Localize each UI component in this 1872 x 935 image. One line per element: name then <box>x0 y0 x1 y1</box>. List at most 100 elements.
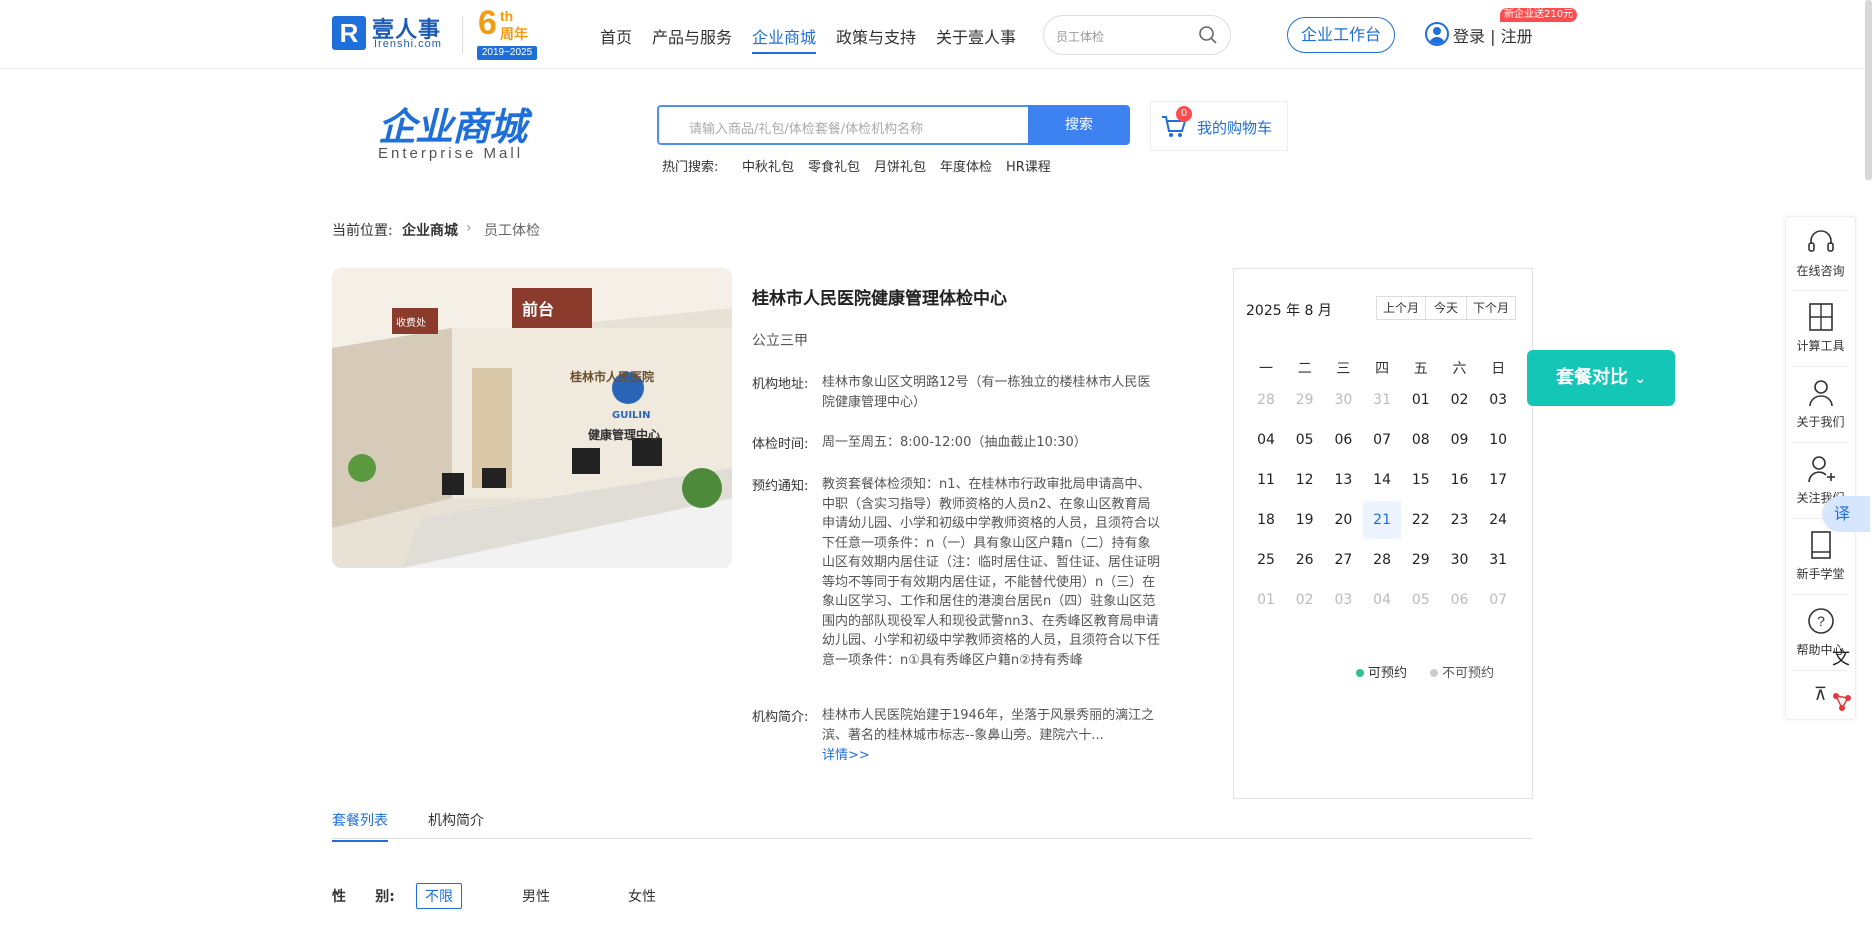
calendar-day[interactable]: 02 <box>1441 381 1479 419</box>
calendar-day: 30 <box>1334 392 1353 408</box>
gender-option-female[interactable]: 女性 <box>628 886 656 906</box>
calendar-day[interactable]: 30 <box>1441 541 1479 579</box>
hot-search-item[interactable]: 零食礼包 <box>808 156 860 175</box>
package-compare-button[interactable]: 套餐对比 ⌄ <box>1527 350 1675 406</box>
login-register-link[interactable]: 登录 | 注册 <box>1453 23 1533 47</box>
book-icon <box>1810 531 1831 559</box>
photo-small-sign: 收费处 <box>396 318 426 329</box>
anniversary-years: 2019~2025 <box>477 46 537 60</box>
page-scrollbar[interactable] <box>1865 0 1872 180</box>
photo-hospital-name: 桂林市人民医院 <box>570 370 655 384</box>
logo-mark[interactable]: R <box>332 16 366 50</box>
gender-option-male[interactable]: 男性 <box>522 886 550 906</box>
calendar-day[interactable]: 16 <box>1441 461 1479 499</box>
nav-mall[interactable]: 企业商城 <box>752 24 817 54</box>
calendar-day[interactable]: 22 <box>1402 501 1440 539</box>
hot-search-item[interactable]: 年度体检 <box>940 156 992 175</box>
calendar-day[interactable]: 27 <box>1324 541 1362 579</box>
calendar-month: 2025 年 8 月 <box>1246 303 1332 319</box>
nav-home[interactable]: 首页 <box>600 24 632 48</box>
weekday-header: 五 <box>1413 361 1428 377</box>
calendar-day[interactable]: 26 <box>1286 541 1324 579</box>
mall-search-button[interactable]: 搜索 <box>1028 105 1130 145</box>
sidebar-online-consult[interactable]: 在线咨询 <box>1785 228 1856 279</box>
mall-title: 企业商城 <box>378 105 527 149</box>
ai-assistant-icon[interactable] <box>1830 690 1854 718</box>
prev-month-button[interactable]: 上个月 <box>1376 296 1426 320</box>
hot-search-item[interactable]: 中秋礼包 <box>742 156 794 175</box>
calendar-day[interactable]: 13 <box>1324 461 1362 499</box>
notice-label: 预约通知: <box>752 479 809 494</box>
calendar-day[interactable]: 11 <box>1247 461 1285 499</box>
calendar-day[interactable]: 24 <box>1479 501 1517 539</box>
calendar-day: 28 <box>1257 392 1275 408</box>
workbench-button[interactable]: 企业工作台 <box>1287 17 1395 53</box>
calendar-day[interactable]: 17 <box>1479 461 1517 499</box>
anniversary-text: 周年 <box>500 27 528 43</box>
weekday-header: 日 <box>1491 361 1506 377</box>
hot-search-item[interactable]: HR课程 <box>1006 156 1051 175</box>
calendar-day[interactable]: 09 <box>1441 421 1479 459</box>
calendar-day[interactable]: 10 <box>1479 421 1517 459</box>
calendar-day[interactable]: 15 <box>1402 461 1440 499</box>
breadcrumb-item-mall[interactable]: 企业商城 <box>402 220 458 240</box>
sidebar-beginner-school[interactable]: 新手学堂 <box>1785 531 1856 582</box>
institution-name: 桂林市人民医院健康管理体检中心 <box>752 289 1007 309</box>
calendar-day[interactable]: 14 <box>1363 461 1401 499</box>
sidebar-calc-tools[interactable]: 计算工具 <box>1785 303 1856 354</box>
calendar-day[interactable]: 18 <box>1247 501 1285 539</box>
calendar-day[interactable]: 01 <box>1402 381 1440 419</box>
search-icon[interactable] <box>1198 25 1218 45</box>
calendar-day: 31 <box>1373 392 1391 408</box>
anniversary-suffix: th <box>500 8 514 24</box>
institution-photo: 前台 收费处 桂林市人民医院 GUILIN 健康管理中心 <box>332 268 732 568</box>
calendar-day[interactable]: 23 <box>1441 501 1479 539</box>
calendar-day[interactable]: 06 <box>1324 421 1362 459</box>
sidebar-divider <box>1793 442 1848 443</box>
anniversary-number: 6 <box>478 4 497 42</box>
calendar-day[interactable]: 12 <box>1286 461 1324 499</box>
calendar-day: 07 <box>1489 592 1508 608</box>
cart-label[interactable]: 我的购物车 <box>1197 117 1272 138</box>
translate-icon[interactable]: 文 <box>1832 644 1850 670</box>
calendar-day[interactable]: 04 <box>1247 421 1285 459</box>
logo-divider <box>462 16 463 54</box>
mall-search-input[interactable]: 请输入商品/礼包/体检套餐/体检机构名称 <box>657 105 1030 145</box>
nav-policy[interactable]: 政策与支持 <box>836 24 916 48</box>
nav-products[interactable]: 产品与服务 <box>652 24 732 48</box>
logo-domain: Irenshi.com <box>374 38 442 50</box>
sidebar-about-us[interactable]: 关于我们 <box>1785 379 1856 430</box>
calendar-day[interactable]: 20 <box>1324 501 1362 539</box>
tab-institution-intro[interactable]: 机构简介 <box>428 810 484 830</box>
calendar-day[interactable]: 05 <box>1286 421 1324 459</box>
chevron-down-icon: ⌄ <box>1634 371 1646 387</box>
hot-search-item[interactable]: 月饼礼包 <box>874 156 926 175</box>
calendar-day-today[interactable]: 21 <box>1363 501 1402 539</box>
calendar-day[interactable]: 25 <box>1247 541 1285 579</box>
calendar-day[interactable]: 08 <box>1402 421 1440 459</box>
translate-button[interactable]: 译 <box>1822 496 1870 532</box>
calendar-day[interactable]: 28 <box>1363 541 1401 579</box>
calendar-day[interactable]: 31 <box>1479 541 1517 579</box>
calendar-day[interactable]: 19 <box>1286 501 1324 539</box>
top-search-input[interactable]: 员工体检 <box>1043 15 1231 55</box>
next-month-button[interactable]: 下个月 <box>1466 296 1516 320</box>
gender-option-any[interactable]: 不限 <box>416 883 462 909</box>
hours-label: 体检时间: <box>752 437 809 452</box>
intro-more-link[interactable]: 详情>> <box>822 744 870 763</box>
top-search-placeholder: 员工体检 <box>1056 30 1105 44</box>
nav-about[interactable]: 关于壹人事 <box>936 24 1016 48</box>
mall-subtitle: Enterprise Mall <box>378 145 524 162</box>
today-button[interactable]: 今天 <box>1425 296 1467 320</box>
photo-sign: 前台 <box>522 300 555 319</box>
address-value: 桂林市象山区文明路12号（有一栋独立的楼桂林市人民医院健康管理中心） <box>822 375 1151 410</box>
sidebar-divider <box>1793 670 1848 671</box>
user-icon[interactable] <box>1425 22 1449 46</box>
cart-count-badge: 0 <box>1176 106 1192 122</box>
help-icon: ? <box>1807 608 1834 634</box>
photo-logo-text: GUILIN <box>612 410 651 421</box>
calendar-day[interactable]: 03 <box>1479 381 1517 419</box>
calendar-day[interactable]: 29 <box>1402 541 1440 579</box>
calendar-day[interactable]: 07 <box>1363 421 1401 459</box>
breadcrumb-item-current: 员工体检 <box>484 223 540 239</box>
